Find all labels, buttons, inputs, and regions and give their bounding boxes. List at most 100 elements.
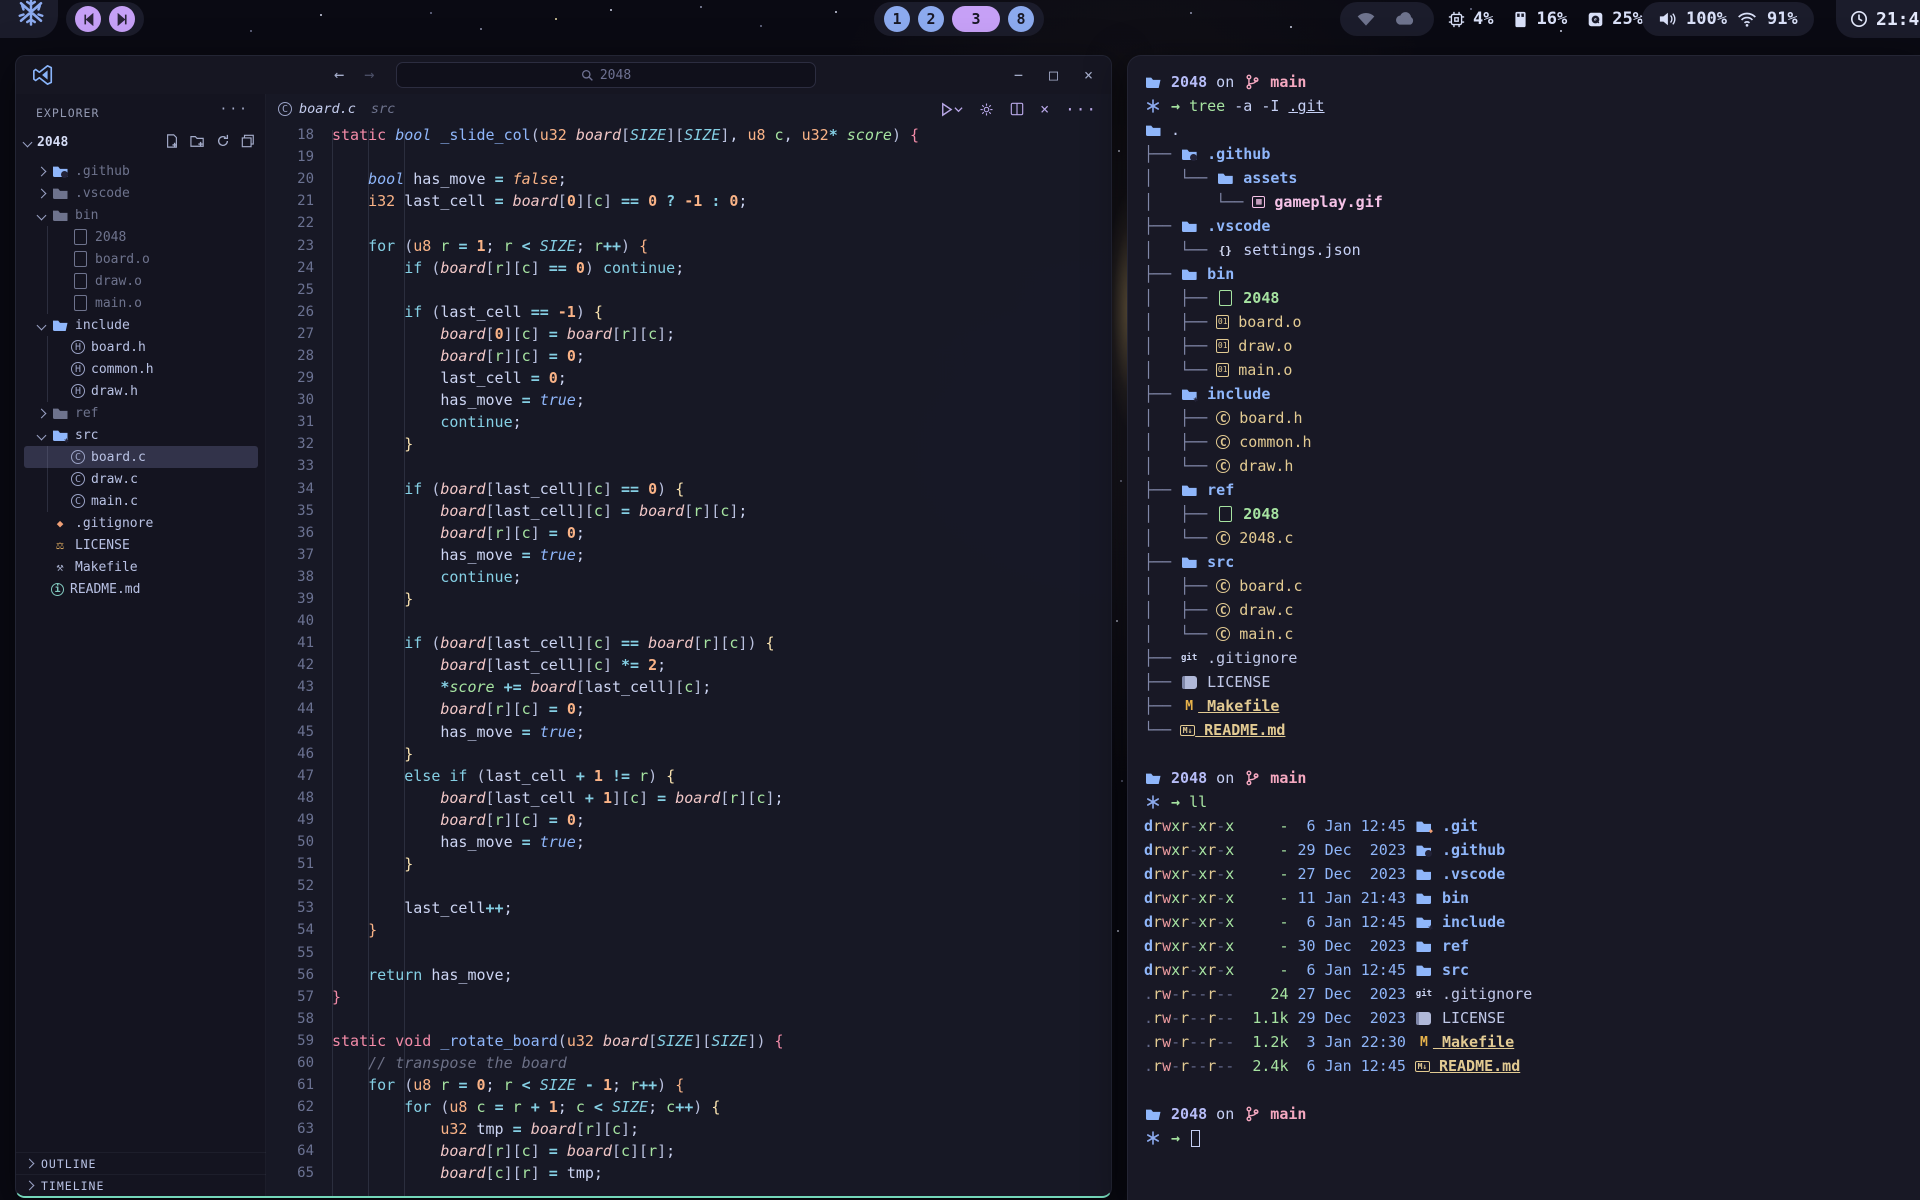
minimize-button[interactable]: − (1014, 66, 1023, 84)
code-line[interactable]: 48 board[last_cell + 1][c] = board[r][c]… (266, 787, 1111, 809)
code-line[interactable]: 28 board[r][c] = 0; (266, 345, 1111, 367)
explorer-more-button[interactable]: ··· (220, 102, 249, 117)
workspace-3[interactable]: 3 (952, 6, 1000, 32)
media-prev-button[interactable] (75, 6, 101, 32)
sidebar-item-bin[interactable]: bin (16, 204, 266, 226)
code-line[interactable]: 31 continue; (266, 411, 1111, 433)
collapse-all-button[interactable] (241, 134, 255, 148)
sidebar-item-github[interactable]: .github (16, 160, 266, 182)
code-line[interactable]: 57} (266, 986, 1111, 1008)
code-line[interactable]: 46 } (266, 743, 1111, 765)
code-line[interactable]: 34 if (board[last_cell][c] == 0) { (266, 478, 1111, 500)
sidebar-item-drawc[interactable]: Cdraw.c (16, 468, 266, 490)
workspace-1[interactable]: 1 (884, 6, 910, 32)
code-line[interactable]: 54 } (266, 919, 1111, 941)
code-area[interactable]: 18static bool _slide_col(u32 board[SIZE]… (266, 124, 1111, 1196)
code-line[interactable]: 61 for (u8 r = 0; r < SIZE - 1; r++) { (266, 1074, 1111, 1096)
volume-network-pill[interactable]: 100% 91% (1642, 2, 1814, 36)
sidebar-item-ref[interactable]: ref (16, 402, 266, 424)
new-file-button[interactable] (165, 134, 179, 148)
code-line[interactable]: 60 // transpose the board (266, 1052, 1111, 1074)
sidebar-item-Makefile[interactable]: ⚒Makefile (16, 556, 266, 578)
code-line[interactable]: 65 board[c][r] = tmp; (266, 1162, 1111, 1184)
code-line[interactable]: 27 board[0][c] = board[r][c]; (266, 323, 1111, 345)
sidebar-item-boardc[interactable]: Cboard.c (24, 446, 258, 468)
vscode-titlebar[interactable]: ← → 2048 − □ × (16, 56, 1111, 94)
tab-board-c[interactable]: C board.c src (266, 101, 395, 117)
code-line[interactable]: 41 if (board[last_cell][c] == board[r][c… (266, 632, 1111, 654)
code-line[interactable]: 33 (266, 455, 1111, 477)
code-line[interactable]: 38 continue; (266, 566, 1111, 588)
code-line[interactable]: 55 (266, 941, 1111, 963)
code-line[interactable]: 42 board[last_cell][c] *= 2; (266, 654, 1111, 676)
settings-gear-button[interactable] (979, 102, 994, 117)
launcher-button[interactable] (0, 0, 58, 38)
code-line[interactable]: 58 (266, 1008, 1111, 1030)
code-line[interactable]: 22 (266, 212, 1111, 234)
sidebar-item-drawh[interactable]: Hdraw.h (16, 380, 266, 402)
code-line[interactable]: 25 (266, 279, 1111, 301)
workspace-8[interactable]: 8 (1008, 6, 1034, 32)
code-line[interactable]: 49 board[r][c] = 0; (266, 809, 1111, 831)
code-line[interactable]: 44 board[r][c] = 0; (266, 698, 1111, 720)
code-line[interactable]: 32 } (266, 433, 1111, 455)
code-line[interactable]: 43 *score += board[last_cell][c]; (266, 676, 1111, 698)
clock[interactable]: 21:46 (1836, 0, 1920, 38)
code-line[interactable]: 40 (266, 610, 1111, 632)
sidebar-item-src[interactable]: src (16, 424, 266, 446)
code-line[interactable]: 59static void _rotate_board(u32 board[SI… (266, 1030, 1111, 1052)
split-editor-button[interactable] (1010, 102, 1024, 116)
terminal-window[interactable]: 2048 on main → tree -a -I .git .├── .git… (1127, 55, 1920, 1200)
code-line[interactable]: 30 has_move = true; (266, 389, 1111, 411)
code-line[interactable]: 45 has_move = true; (266, 721, 1111, 743)
code-line[interactable]: 64 board[r][c] = board[c][r]; (266, 1140, 1111, 1162)
code-line[interactable]: 20 bool has_move = false; (266, 168, 1111, 190)
code-line[interactable]: 39 } (266, 588, 1111, 610)
workspace-2[interactable]: 2 (918, 6, 944, 32)
code-line[interactable]: 50 has_move = true; (266, 831, 1111, 853)
sidebar-item-LICENSE[interactable]: ⚖LICENSE (16, 534, 266, 556)
sidebar-item-READMEmd[interactable]: iREADME.md (16, 578, 266, 600)
command-center-search[interactable]: 2048 (396, 62, 816, 88)
code-line[interactable]: 26 if (last_cell == -1) { (266, 301, 1111, 323)
code-line[interactable]: 47 else if (last_cell + 1 != r) { (266, 765, 1111, 787)
code-line[interactable]: 36 board[r][c] = 0; (266, 522, 1111, 544)
maximize-button[interactable]: □ (1049, 66, 1058, 84)
outline-section[interactable]: OUTLINE (16, 1152, 266, 1174)
code-line[interactable]: 18static bool _slide_col(u32 board[SIZE]… (266, 124, 1111, 146)
code-line[interactable]: 24 if (board[r][c] == 0) continue; (266, 257, 1111, 279)
media-next-button[interactable] (109, 6, 135, 32)
sidebar-item-gitignore[interactable]: ◆.gitignore (16, 512, 266, 534)
refresh-button[interactable] (216, 134, 230, 148)
sidebar-item-boardh[interactable]: Hboard.h (16, 336, 266, 358)
new-folder-button[interactable] (190, 134, 205, 148)
code-line[interactable]: 29 last_cell = 0; (266, 367, 1111, 389)
code-line[interactable]: 62 for (u8 c = r + 1; c < SIZE; c++) { (266, 1096, 1111, 1118)
nav-back-button[interactable]: ← (334, 65, 344, 85)
tray-indicators[interactable] (1340, 2, 1434, 36)
sidebar-item-commonh[interactable]: Hcommon.h (16, 358, 266, 380)
nav-forward-button[interactable]: → (364, 65, 374, 85)
close-button[interactable]: × (1084, 66, 1093, 84)
code-line[interactable]: 19 (266, 146, 1111, 168)
sidebar-item-maino[interactable]: main.o (16, 292, 266, 314)
code-line[interactable]: 23 for (u8 r = 1; r < SIZE; r++) { (266, 234, 1111, 256)
sidebar-item-drawo[interactable]: draw.o (16, 270, 266, 292)
code-line[interactable]: 21 i32 last_cell = board[0][c] == 0 ? -1… (266, 190, 1111, 212)
editor-more-button[interactable]: ··· (1065, 100, 1097, 119)
code-line[interactable]: 51 } (266, 853, 1111, 875)
sidebar-item-2048[interactable]: 2048 (16, 226, 266, 248)
code-line[interactable]: 63 u32 tmp = board[r][c]; (266, 1118, 1111, 1140)
code-line[interactable]: 37 has_move = true; (266, 544, 1111, 566)
code-line[interactable]: 56 return has_move; (266, 964, 1111, 986)
sidebar-item-vscode[interactable]: .vscode (16, 182, 266, 204)
code-line[interactable]: 35 board[last_cell][c] = board[r][c]; (266, 500, 1111, 522)
timeline-section[interactable]: TIMELINE (16, 1174, 266, 1196)
code-line[interactable]: 52 (266, 875, 1111, 897)
sidebar-item-include[interactable]: include (16, 314, 266, 336)
code-line[interactable]: 53 last_cell++; (266, 897, 1111, 919)
run-debug-button[interactable] (939, 102, 963, 117)
sidebar-item-mainc[interactable]: Cmain.c (16, 490, 266, 512)
close-editor-button[interactable]: × (1040, 100, 1049, 118)
sidebar-item-boardo[interactable]: board.o (16, 248, 266, 270)
